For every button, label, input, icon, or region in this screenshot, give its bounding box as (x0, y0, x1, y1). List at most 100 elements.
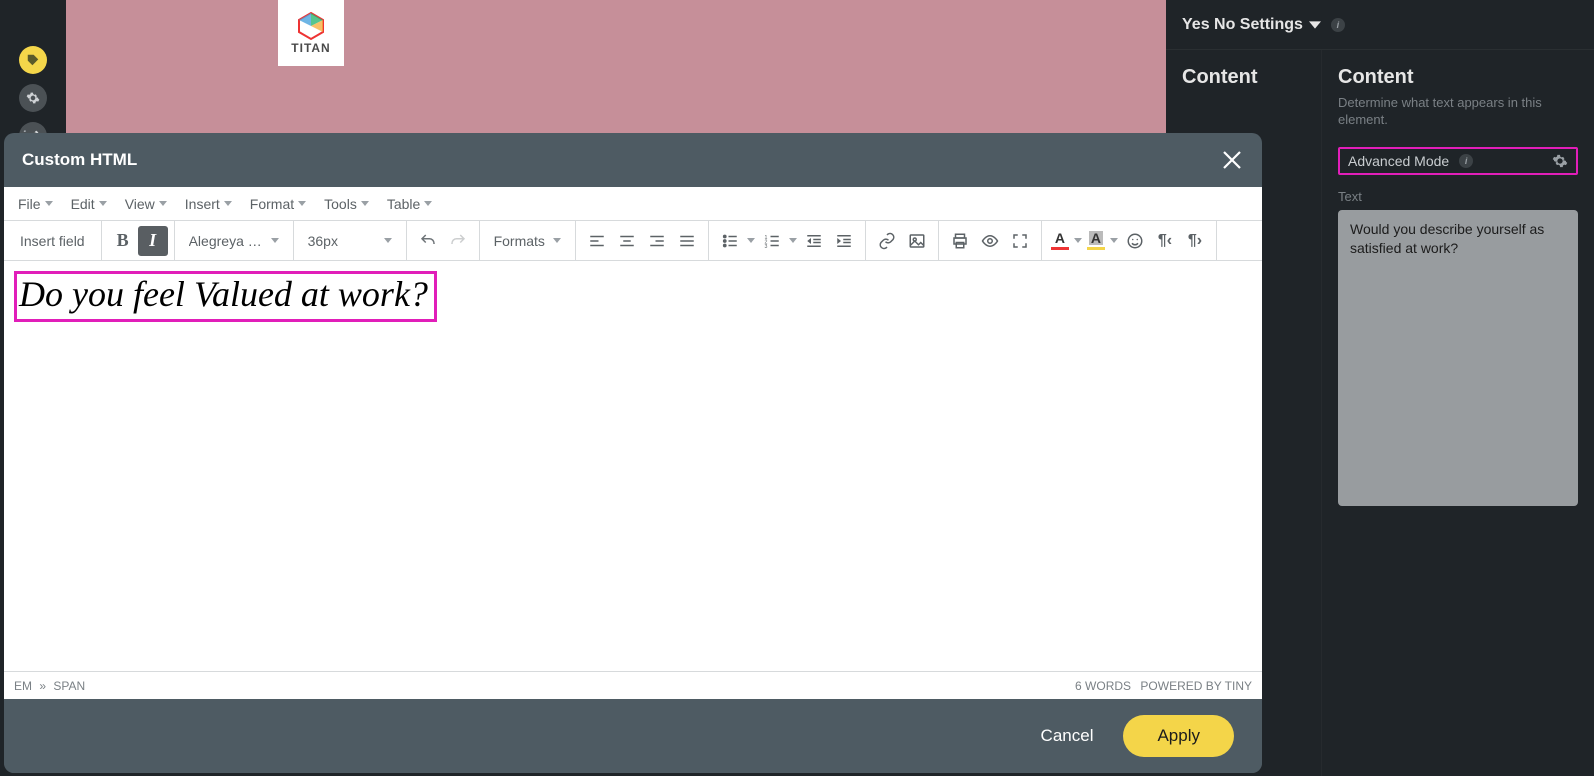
bullet-list-split[interactable] (745, 227, 757, 255)
editor-text[interactable]: Do you feel Valued at work? (14, 271, 437, 322)
menu-table[interactable]: Table (381, 187, 438, 220)
fullscreen-icon (1011, 232, 1029, 250)
menu-bar: File Edit View Insert Format Tools Table (4, 187, 1262, 221)
indent-button[interactable] (829, 226, 859, 256)
chevron-down-icon (298, 201, 306, 206)
gear-icon[interactable] (1552, 153, 1568, 169)
close-icon (1220, 148, 1244, 172)
eye-icon (981, 232, 999, 250)
rtl-button[interactable]: ¶› (1180, 226, 1210, 256)
bg-color-button[interactable]: A (1084, 227, 1108, 255)
bold-button[interactable]: B (108, 226, 138, 256)
tag-button[interactable] (19, 46, 47, 74)
menu-tools[interactable]: Tools (318, 187, 375, 220)
right-panel-title: Yes No Settings (1182, 16, 1303, 34)
menu-view[interactable]: View (119, 187, 173, 220)
menu-insert[interactable]: Insert (179, 187, 238, 220)
indent-icon (835, 232, 853, 250)
numbered-list-icon: 123 (763, 232, 781, 250)
titan-logo: TITAN (278, 0, 344, 66)
outdent-icon (805, 232, 823, 250)
content-description: Determine what text appears in this elem… (1338, 95, 1578, 129)
close-button[interactable] (1220, 148, 1244, 172)
settings-button[interactable] (19, 84, 47, 112)
svg-text:3: 3 (764, 243, 767, 249)
advanced-mode-row[interactable]: Advanced Mode i (1338, 147, 1578, 175)
chevron-down-icon (1110, 238, 1118, 243)
formats-select[interactable]: Formats (486, 226, 569, 256)
powered-by: POWERED BY TINY (1140, 679, 1252, 693)
rtl-icon: ¶› (1188, 232, 1202, 250)
bold-icon: B (117, 230, 129, 251)
chevron-down-icon (224, 201, 232, 206)
apply-button[interactable]: Apply (1123, 715, 1234, 757)
image-icon (908, 232, 926, 250)
custom-html-dialog: Custom HTML File Edit View Insert Format… (4, 133, 1262, 773)
align-right-button[interactable] (642, 226, 672, 256)
content-pane: Content Determine what text appears in t… (1322, 50, 1594, 776)
status-right: 6 WORDS POWERED BY TINY (1075, 679, 1252, 693)
chevron-down-icon (1309, 19, 1321, 31)
bg-color-icon: A (1089, 231, 1103, 245)
bg-color-split[interactable] (1108, 227, 1120, 255)
chevron-down-icon (159, 201, 167, 206)
chevron-down-icon (789, 238, 797, 243)
link-button[interactable] (872, 226, 902, 256)
undo-button[interactable] (413, 226, 443, 256)
align-center-button[interactable] (612, 226, 642, 256)
chevron-down-icon (99, 201, 107, 206)
text-color-icon: A (1055, 231, 1065, 245)
redo-button[interactable] (443, 226, 473, 256)
insert-field-button[interactable]: Insert field (10, 226, 95, 256)
fullscreen-button[interactable] (1005, 226, 1035, 256)
properties-tab-content[interactable]: Content (1182, 66, 1305, 89)
align-right-icon (648, 232, 666, 250)
content-heading: Content (1338, 66, 1578, 89)
emoji-button[interactable] (1120, 226, 1150, 256)
dialog-footer: Cancel Apply (4, 699, 1262, 773)
editor-status-bar: EM » SPAN 6 WORDS POWERED BY TINY (4, 671, 1262, 699)
align-justify-button[interactable] (672, 226, 702, 256)
right-panel-header[interactable]: Yes No Settings i (1166, 0, 1594, 50)
element-path[interactable]: EM » SPAN (14, 679, 85, 693)
text-field-label: Text (1338, 189, 1578, 204)
menu-format[interactable]: Format (244, 187, 312, 220)
italic-icon: I (149, 230, 156, 251)
italic-button[interactable]: I (138, 226, 168, 256)
numbered-list-split[interactable] (787, 227, 799, 255)
text-field[interactable]: Would you describe yourself as satisfied… (1338, 210, 1578, 506)
ltr-icon: ¶‹ (1158, 232, 1172, 250)
outdent-button[interactable] (799, 226, 829, 256)
ltr-button[interactable]: ¶‹ (1150, 226, 1180, 256)
link-icon (878, 232, 896, 250)
editor-content-area[interactable]: Do you feel Valued at work? (4, 261, 1262, 671)
undo-icon (419, 232, 437, 250)
menu-file[interactable]: File (12, 187, 59, 220)
bullet-list-icon (721, 232, 739, 250)
bullet-list-button[interactable] (715, 226, 745, 256)
chevron-down-icon (424, 201, 432, 206)
chevron-down-icon (271, 238, 279, 243)
text-color-split[interactable] (1072, 227, 1084, 255)
form-canvas (66, 0, 1166, 134)
text-color-button[interactable]: A (1048, 227, 1072, 255)
info-icon[interactable]: i (1459, 154, 1473, 168)
align-justify-icon (678, 232, 696, 250)
advanced-mode-label: Advanced Mode (1348, 153, 1449, 169)
info-icon[interactable]: i (1331, 18, 1345, 32)
word-count[interactable]: 6 WORDS (1075, 679, 1131, 693)
menu-edit[interactable]: Edit (65, 187, 113, 220)
preview-button[interactable] (975, 226, 1005, 256)
chevron-down-icon (747, 238, 755, 243)
align-left-button[interactable] (582, 226, 612, 256)
chevron-down-icon (45, 201, 53, 206)
print-button[interactable] (945, 226, 975, 256)
logo-text: TITAN (291, 41, 330, 55)
cancel-button[interactable]: Cancel (1041, 726, 1094, 746)
font-family-select[interactable]: Alegreya S... (181, 226, 287, 256)
font-size-select[interactable]: 36px (300, 226, 400, 256)
chevron-down-icon (361, 201, 369, 206)
numbered-list-button[interactable]: 123 (757, 226, 787, 256)
print-icon (951, 232, 969, 250)
image-button[interactable] (902, 226, 932, 256)
